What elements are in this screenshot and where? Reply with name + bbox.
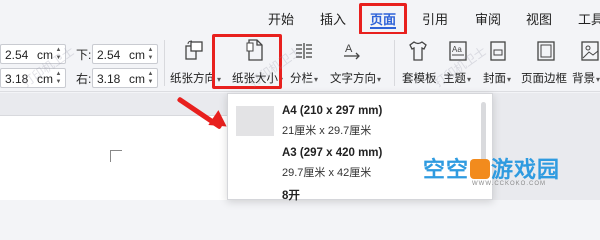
- page-tab-highlight: [359, 3, 407, 35]
- template-shirt-icon[interactable]: [408, 40, 428, 62]
- tab-tools[interactable]: 工具: [578, 9, 600, 28]
- ribbon-tabs: 开始 插入 页面 引用 审阅 视图 工具: [0, 0, 600, 34]
- background-icon[interactable]: [580, 40, 600, 62]
- spinner-icon[interactable]: ▲ ▼: [146, 70, 155, 86]
- text-direction-label: 文字方向: [330, 73, 376, 85]
- spinner-icon[interactable]: ▲ ▼: [146, 46, 155, 62]
- chevron-down-icon: ▾: [596, 75, 600, 84]
- ribbon-toolbar: 2.54 cm ▲ ▼ 3.18 cm ▲ ▼ 下: 2.54 cm ▲ ▼ 右: 3…: [0, 34, 600, 92]
- chevron-down-icon: ▾: [314, 75, 319, 84]
- spinner-icon[interactable]: ▲ ▼: [54, 70, 63, 86]
- cover-label: 封面: [483, 73, 506, 85]
- background-button[interactable]: 背景▾: [572, 70, 600, 86]
- margin-right-label: 右:: [76, 72, 92, 86]
- logo-k-icon: [470, 159, 491, 179]
- paper-size-option-name: A3 (297 x 420 mm): [282, 147, 383, 159]
- logo-text-part1: 空空: [423, 157, 470, 182]
- cover-icon[interactable]: [488, 40, 508, 62]
- svg-text:A: A: [345, 43, 353, 55]
- tab-view[interactable]: 视图: [526, 9, 552, 28]
- margin-top-value: 2.54: [5, 48, 29, 62]
- tab-review[interactable]: 审阅: [475, 9, 501, 28]
- paper-size-option-dims: 29.7厘米 x 42厘米: [282, 167, 372, 179]
- text-direction-icon[interactable]: A: [342, 40, 362, 62]
- paper-size-option-name: A4 (210 x 297 mm): [282, 105, 383, 117]
- margin-right-input[interactable]: 3.18 cm ▲ ▼: [92, 68, 158, 88]
- chevron-down-icon: ▾: [467, 75, 472, 84]
- tab-home[interactable]: 开始: [268, 9, 294, 28]
- logo-url: WWW.CCKOKO.COM: [472, 181, 546, 187]
- paper-orientation-icon[interactable]: [184, 40, 204, 62]
- margin-bottom-unit: cm: [129, 48, 145, 62]
- chevron-down-icon: ▾: [507, 75, 512, 84]
- svg-text:Aa: Aa: [452, 45, 462, 54]
- margin-right-unit: cm: [129, 72, 145, 86]
- site-logo: 空空 游戏园: [423, 152, 560, 184]
- margin-corner-mark: [110, 150, 122, 162]
- paper-size-option-dims: 21厘米 x 29.7厘米: [282, 125, 372, 137]
- text-direction-button[interactable]: 文字方向▾: [330, 70, 381, 86]
- chevron-down-icon: ▾: [377, 75, 382, 84]
- columns-label: 分栏: [290, 73, 313, 85]
- margin-bottom-label: 下:: [76, 48, 92, 62]
- tab-insert[interactable]: 插入: [320, 9, 346, 28]
- page-border-button[interactable]: 页面边框: [521, 70, 567, 86]
- logo-text-part2: 游戏园: [491, 157, 561, 182]
- tab-references[interactable]: 引用: [422, 9, 448, 28]
- toolbar-divider: [394, 40, 395, 86]
- cover-button[interactable]: 封面▾: [483, 70, 511, 86]
- columns-button[interactable]: 分栏▾: [290, 70, 318, 86]
- margin-bottom-input[interactable]: 2.54 cm ▲ ▼: [92, 44, 158, 64]
- margin-bottom-value: 2.54: [97, 48, 121, 62]
- margin-right-value: 3.18: [97, 72, 121, 86]
- page-border-icon[interactable]: [536, 40, 556, 62]
- paper-orientation-label: 纸张方向: [170, 73, 216, 85]
- paper-thumbnail: [236, 106, 274, 136]
- background-label: 背景: [572, 73, 595, 85]
- toolbar-divider: [164, 40, 165, 86]
- paper-size-option-name: 8开: [282, 190, 300, 202]
